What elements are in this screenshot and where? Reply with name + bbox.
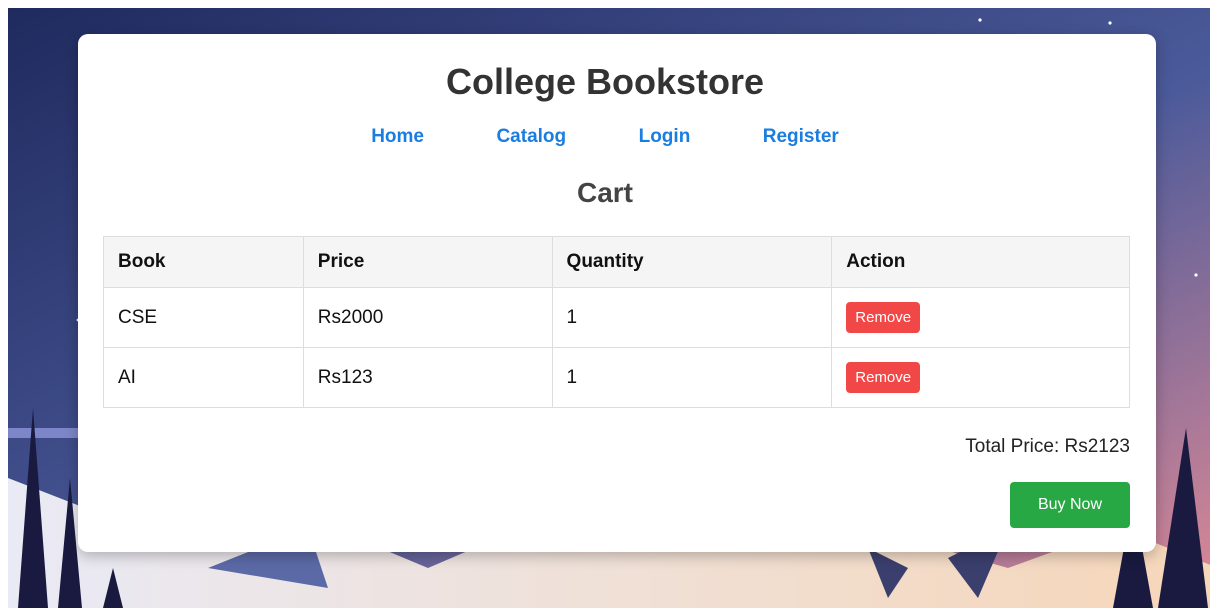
action-cell: Remove: [831, 287, 1130, 348]
page: College Bookstore Home Catalog Login Reg…: [0, 0, 1210, 608]
book-cell: CSE: [103, 287, 304, 348]
book-cell: AI: [103, 347, 304, 408]
quantity-cell: 1: [551, 287, 833, 348]
price-cell: Rs2000: [302, 287, 553, 348]
nav-catalog-link[interactable]: Catalog: [496, 126, 566, 148]
nav-home-link[interactable]: Home: [371, 126, 424, 148]
nav-register-link[interactable]: Register: [763, 126, 839, 148]
table-row: AI Rs123 1 Remove: [103, 347, 1130, 408]
main-nav: Home Catalog Login Register: [0, 126, 1210, 150]
column-header-book: Book: [103, 236, 304, 288]
column-header-quantity: Quantity: [551, 236, 833, 288]
nav-login-link[interactable]: Login: [639, 126, 691, 148]
remove-button[interactable]: Remove: [846, 362, 921, 393]
buy-now-button[interactable]: Buy Now: [1010, 482, 1130, 528]
action-cell: Remove: [831, 347, 1130, 408]
cart-table: Book Price Quantity Action CSE Rs2000 1 …: [103, 236, 1130, 408]
page-title: College Bookstore: [445, 61, 765, 102]
table-row: CSE Rs2000 1 Remove: [103, 287, 1130, 348]
quantity-cell: 1: [551, 347, 833, 408]
remove-button[interactable]: Remove: [846, 302, 921, 333]
total-price: Total Price: Rs2123: [965, 436, 1130, 457]
cart-heading: Cart: [576, 177, 633, 208]
table-header-row: Book Price Quantity Action: [103, 236, 1130, 288]
column-header-action: Action: [831, 236, 1130, 288]
price-cell: Rs123: [302, 347, 553, 408]
column-header-price: Price: [302, 236, 553, 288]
